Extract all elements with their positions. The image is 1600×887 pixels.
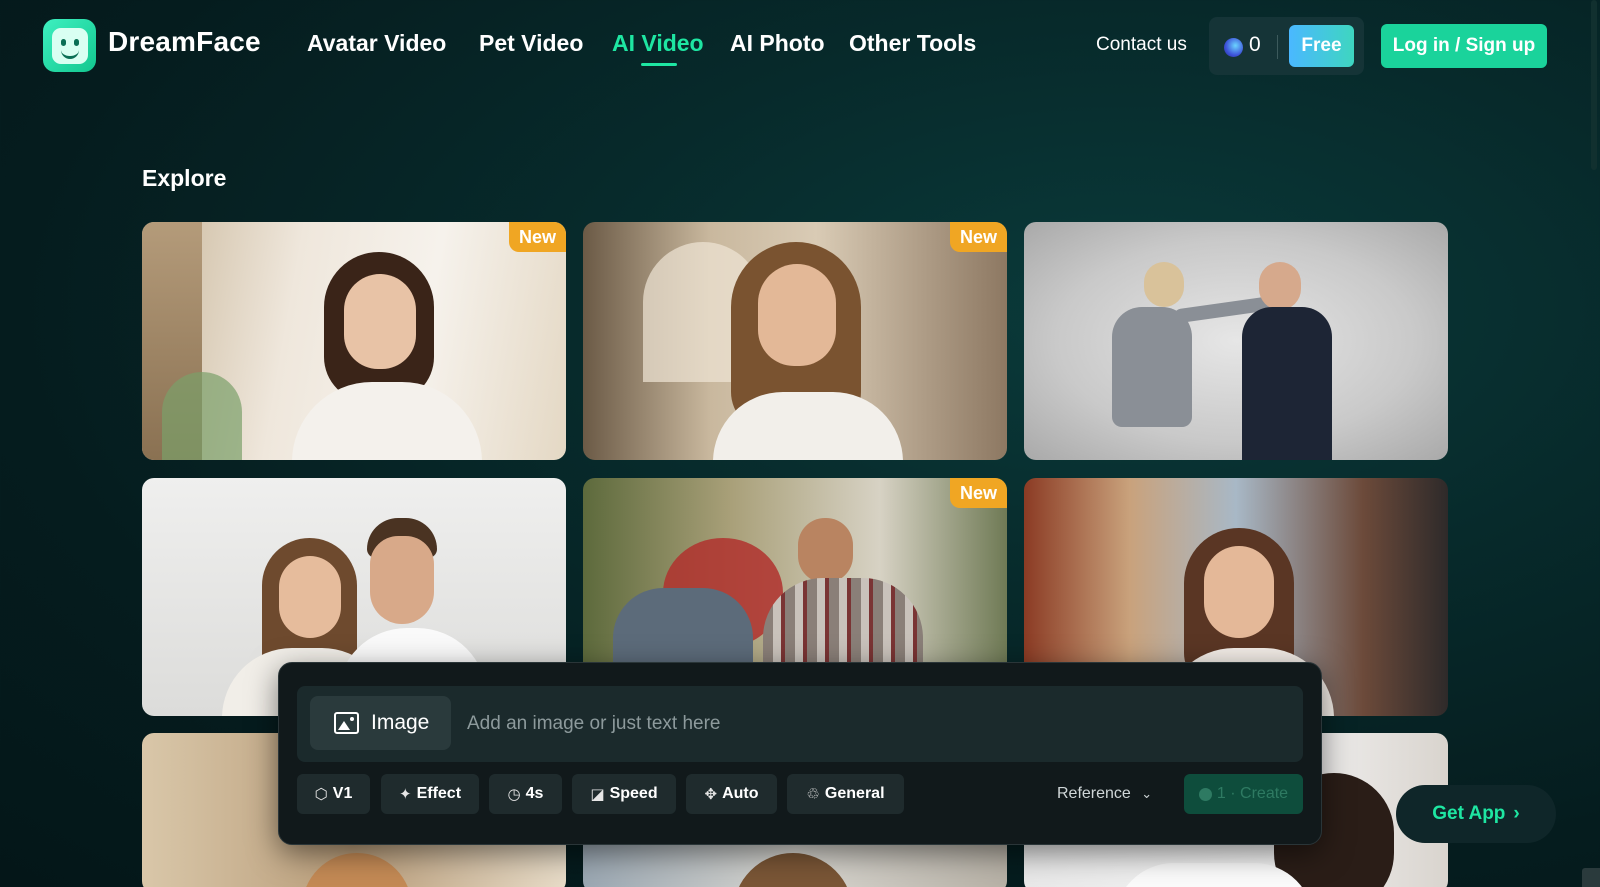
palette-icon: ♲ (806, 786, 820, 803)
reference-label: Reference (1057, 785, 1131, 802)
prompt-input-area: Image (297, 686, 1303, 762)
nav-ai-photo[interactable]: AI Photo (730, 30, 825, 57)
credits-panel: 0 Free (1209, 17, 1364, 75)
credit-coin-icon (1224, 38, 1243, 57)
image-icon (334, 712, 359, 734)
man-right-head (798, 518, 853, 583)
model-version-label: V1 (332, 785, 353, 802)
plant (162, 372, 242, 460)
chevron-right-icon: › (1513, 803, 1520, 824)
style-general-button[interactable]: ♲ General (787, 774, 904, 814)
cube-icon: ⬡ (314, 786, 328, 803)
nav-avatar-video[interactable]: Avatar Video (307, 30, 446, 57)
woman-head (1144, 262, 1184, 307)
camera-auto-button[interactable]: ✥ Auto (686, 774, 777, 814)
explore-heading: Explore (142, 165, 227, 191)
upload-image-label: Image (371, 711, 430, 734)
speed-icon: ◪ (590, 786, 605, 803)
reference-dropdown[interactable]: Reference ⌄ (1057, 785, 1152, 803)
style-general-label: General (824, 785, 885, 802)
credit-dot-icon (1198, 787, 1212, 801)
create-button[interactable]: 1 · Create (1184, 774, 1303, 814)
camera-auto-label: Auto (722, 785, 759, 802)
woman-face (279, 556, 341, 638)
sparkle-icon: ✦ (398, 786, 412, 803)
man-head (1259, 262, 1301, 310)
login-signup-button[interactable]: Log in / Sign up (1381, 24, 1547, 68)
man-face (370, 536, 434, 624)
dreamface-logo-icon[interactable] (43, 19, 96, 72)
generation-panel: Image ⬡V1 ✦Effect ◷4s ◪Speed ✥Auto ♲Gene… (278, 662, 1322, 845)
upload-image-button[interactable]: Image (310, 696, 451, 750)
face (758, 264, 836, 366)
hair (302, 853, 412, 887)
nav-ai-video[interactable]: AI Video (612, 30, 704, 57)
move-icon: ✥ (704, 786, 718, 803)
man-body (1242, 307, 1332, 460)
nav-other-tools[interactable]: Other Tools (849, 30, 976, 57)
divider (1277, 35, 1278, 59)
top-navigation: DreamFace Avatar Video Pet Video AI Vide… (0, 0, 1600, 90)
shirt (292, 382, 482, 460)
new-badge: New (509, 222, 566, 252)
explore-card-woman-in-arcade[interactable]: New (583, 222, 1007, 460)
effect-button[interactable]: ✦ Effect (381, 774, 479, 814)
explore-card-woman-sitting-indoors[interactable]: New (142, 222, 566, 460)
face (344, 274, 416, 369)
active-nav-indicator (641, 63, 677, 66)
speed-button[interactable]: ◪ Speed (572, 774, 676, 814)
model-version-button[interactable]: ⬡ V1 (297, 774, 370, 814)
duration-button[interactable]: ◷ 4s (489, 774, 562, 814)
get-app-label: Get App (1432, 803, 1506, 824)
explore-card-two-people-fighting[interactable] (1024, 222, 1448, 460)
nav-pet-video[interactable]: Pet Video (479, 30, 583, 57)
prompt-text-input[interactable] (467, 708, 1287, 740)
credit-count: 0 (1249, 33, 1261, 56)
corner-widget[interactable] (1582, 868, 1600, 887)
woman-body (1112, 307, 1192, 427)
speed-label: Speed (609, 785, 658, 802)
chevron-down-icon: ⌄ (1141, 786, 1153, 801)
new-badge: New (950, 222, 1007, 252)
brand-name[interactable]: DreamFace (108, 26, 261, 58)
hair (733, 853, 853, 887)
new-badge: New (950, 478, 1007, 508)
create-label: 1 · Create (1216, 785, 1289, 802)
get-app-button[interactable]: Get App › (1396, 785, 1556, 843)
contact-us-link[interactable]: Contact us (1096, 34, 1187, 56)
face (1204, 546, 1274, 638)
scrollbar[interactable] (1591, 0, 1597, 170)
effect-label: Effect (416, 785, 462, 802)
free-button[interactable]: Free (1289, 25, 1354, 67)
clock-icon: ◷ (507, 786, 521, 803)
duration-label: 4s (525, 785, 544, 802)
